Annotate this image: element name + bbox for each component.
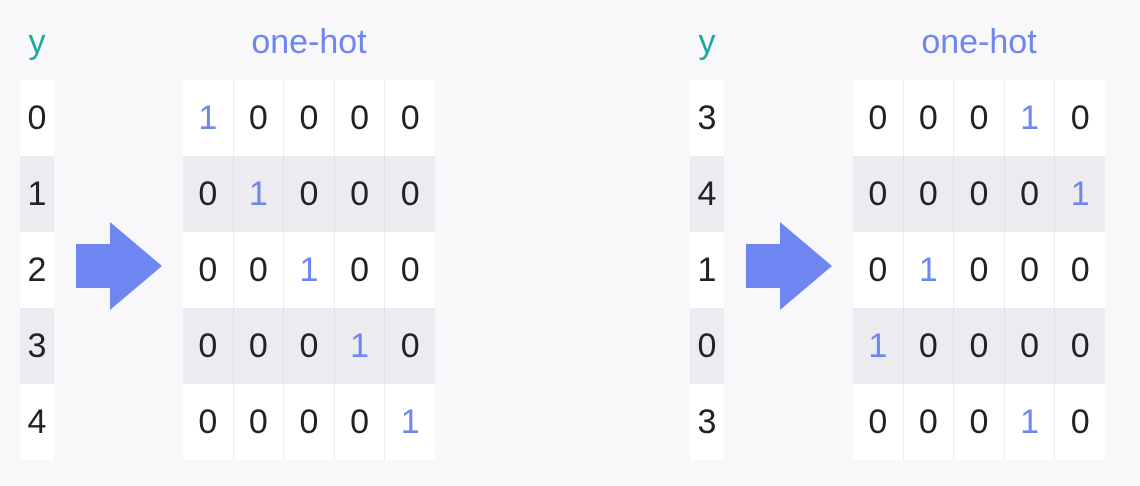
onehot-cell: 0: [902, 308, 954, 384]
y-row: 3: [690, 80, 724, 156]
onehot-cell: 0: [283, 80, 334, 156]
onehot-cell: 0: [1054, 232, 1105, 308]
onehot-row: 00010: [853, 80, 1105, 156]
onehot-hot-cell: 1: [384, 384, 435, 460]
y-row: 4: [20, 384, 54, 460]
onehot-cell: 0: [384, 156, 435, 232]
y-header: y: [698, 23, 716, 61]
onehot-cell: 0: [232, 308, 284, 384]
onehot-hot-cell: 1: [868, 327, 888, 365]
onehot-row: 01000: [853, 232, 1105, 308]
onehot-hot-cell: 1: [1003, 384, 1055, 460]
y-row: 2: [20, 232, 54, 308]
y-column: 3 4 1 0 3: [690, 80, 724, 460]
onehot-matrix: 1000001000001000001000001: [183, 80, 435, 460]
y-value: 4: [27, 402, 47, 441]
onehot-cell: 0: [283, 308, 334, 384]
onehot-cell: 0: [953, 80, 1004, 156]
onehot-cell: 0: [868, 175, 888, 213]
y-value: 4: [697, 174, 717, 213]
onehot-cell: 0: [333, 384, 385, 460]
y-row: 1: [20, 156, 54, 232]
onehot-cell: 0: [232, 80, 284, 156]
y-row: 3: [20, 308, 54, 384]
onehot-cell: 0: [283, 384, 334, 460]
onehot-row: 00010: [183, 308, 435, 384]
onehot-row: 01000: [183, 156, 435, 232]
y-value: 1: [27, 174, 47, 213]
panel-shuffled: y one-hot 34103 000100000101000100000001…: [670, 0, 1140, 486]
onehot-cell: 0: [232, 232, 284, 308]
right-arrow-icon: [76, 222, 162, 310]
y-row: 1: [690, 232, 724, 308]
y-row: 4: [690, 156, 724, 232]
onehot-row: 00100: [183, 232, 435, 308]
onehot-cell: 0: [902, 156, 954, 232]
onehot-cell: 0: [198, 403, 218, 441]
onehot-cell: 0: [1003, 156, 1055, 232]
onehot-cell: 0: [953, 156, 1004, 232]
onehot-cell: 0: [1003, 232, 1055, 308]
onehot-hot-cell: 1: [1054, 156, 1105, 232]
onehot-cell: 0: [868, 403, 888, 441]
onehot-cell: 0: [283, 156, 334, 232]
onehot-hot-cell: 1: [1003, 80, 1055, 156]
y-value: 3: [697, 402, 717, 441]
onehot-cell: 0: [1003, 308, 1055, 384]
right-arrow-icon: [746, 222, 832, 310]
onehot-matrix: 0001000001010001000000010: [853, 80, 1105, 460]
onehot-cell: 0: [902, 80, 954, 156]
onehot-row: 10000: [853, 308, 1105, 384]
y-header: y: [28, 23, 46, 61]
onehot-cell: 0: [953, 384, 1004, 460]
onehot-cell: 0: [902, 384, 954, 460]
onehot-header: one-hot: [921, 23, 1037, 61]
y-value: 1: [697, 250, 717, 289]
onehot-cell: 0: [333, 156, 385, 232]
onehot-row: 00001: [183, 384, 435, 460]
y-value: 3: [27, 326, 47, 365]
onehot-hot-cell: 1: [902, 232, 954, 308]
onehot-hot-cell: 1: [232, 156, 284, 232]
y-row: 0: [20, 80, 54, 156]
onehot-cell: 0: [198, 327, 218, 365]
y-row: 3: [690, 384, 724, 460]
y-value: 0: [697, 326, 717, 365]
y-value: 2: [27, 250, 47, 289]
onehot-cell: 0: [198, 251, 218, 289]
y-value: 3: [697, 98, 717, 137]
onehot-cell: 0: [384, 80, 435, 156]
onehot-cell: 0: [953, 232, 1004, 308]
onehot-hot-cell: 1: [283, 232, 334, 308]
panel-ordered: y one-hot 01234 100000100000100000100000…: [0, 0, 570, 486]
onehot-cell: 0: [384, 232, 435, 308]
onehot-cell: 0: [232, 384, 284, 460]
y-value: 0: [27, 98, 47, 137]
onehot-cell: 0: [868, 99, 888, 137]
onehot-cell: 0: [333, 232, 385, 308]
onehot-row: 00010: [853, 384, 1105, 460]
onehot-cell: 0: [1054, 80, 1105, 156]
onehot-cell: 0: [198, 175, 218, 213]
onehot-cell: 0: [333, 80, 385, 156]
onehot-cell: 0: [1054, 384, 1105, 460]
onehot-hot-cell: 1: [333, 308, 385, 384]
onehot-cell: 0: [868, 251, 888, 289]
onehot-cell: 0: [1054, 308, 1105, 384]
onehot-header: one-hot: [251, 23, 367, 61]
onehot-cell: 0: [384, 308, 435, 384]
onehot-cell: 0: [953, 308, 1004, 384]
onehot-row: 10000: [183, 80, 435, 156]
y-column: 0 1 2 3 4: [20, 80, 54, 460]
onehot-row: 00001: [853, 156, 1105, 232]
onehot-hot-cell: 1: [198, 99, 218, 137]
y-row: 0: [690, 308, 724, 384]
